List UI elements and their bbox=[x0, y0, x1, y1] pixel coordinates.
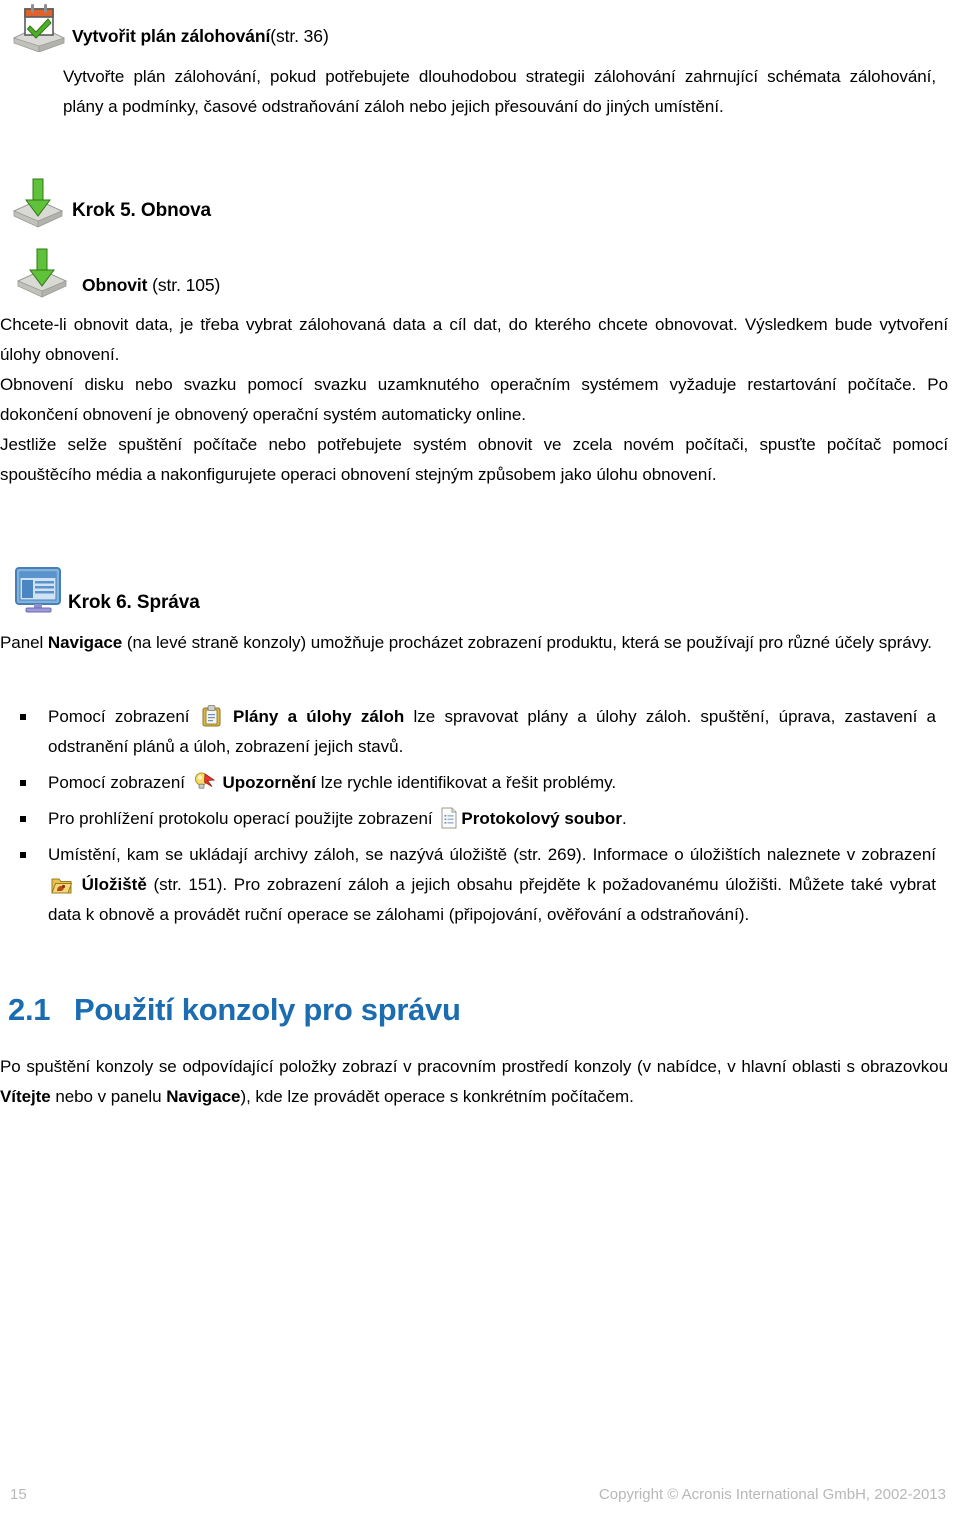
create-backup-plan-title: Vytvořit plán zálohování bbox=[72, 26, 271, 46]
bullet-3-bold[interactable]: Protokolový soubor bbox=[461, 809, 622, 828]
step6-intro-part2: (na levé straně konzoly) umožňuje prochá… bbox=[122, 633, 932, 652]
welcome-screen-label: Vítejte bbox=[0, 1087, 51, 1106]
clipboard-icon bbox=[202, 705, 221, 727]
page-title: 2.1 Použití konzoly pro správu bbox=[8, 992, 461, 1028]
recover-paragraph-2: Obnovení disku nebo svazku pomocí svazku… bbox=[0, 375, 948, 424]
square-bullet-icon bbox=[20, 816, 26, 822]
document-page: Vytvořit plán zálohování(str. 36) Vytvoř… bbox=[0, 0, 960, 1532]
list-item: Pomocí zobrazení Plány a úlohy záloh lze… bbox=[8, 702, 936, 762]
recover-paragraph-3: Jestliže selže spuštění počítače nebo po… bbox=[0, 435, 948, 484]
recover-body: Chcete-li obnovit data, je třeba vybrat … bbox=[0, 310, 948, 490]
bullet-4-pre: Umístění, kam se ukládají archivy záloh,… bbox=[48, 845, 936, 864]
square-bullet-icon bbox=[20, 714, 26, 720]
bullet-3-post: . bbox=[621, 809, 627, 828]
step5-heading: Krok 5. Obnova bbox=[72, 200, 212, 221]
s21-part3: ), kde lze provádět operace s konkrétním… bbox=[240, 1087, 634, 1106]
bullet-2-post: lze rychle identifikovat a řešit problém… bbox=[320, 773, 617, 792]
create-backup-plan-body-text: Vytvořte plán zálohování, pokud potřebuj… bbox=[63, 67, 936, 116]
square-bullet-icon bbox=[20, 852, 26, 858]
console-monitor-icon bbox=[14, 566, 64, 614]
step6-heading: Krok 6. Správa bbox=[68, 592, 200, 613]
section-title: Použití konzoly pro správu bbox=[74, 992, 461, 1027]
vault-folder-icon bbox=[51, 875, 73, 895]
square-bullet-icon bbox=[20, 780, 26, 786]
page-number: 15 bbox=[10, 1486, 27, 1503]
step6-intro-part1: Panel bbox=[0, 633, 48, 652]
recover-page-ref: (str. 105) bbox=[152, 275, 221, 295]
s21-part1: Po spuštění konzoly se odpovídající polo… bbox=[0, 1057, 948, 1076]
copyright-notice: Copyright © Acronis International GmbH, … bbox=[598, 1486, 946, 1503]
create-backup-plan-page-ref: (str. 36) bbox=[270, 26, 329, 46]
calendar-check-disk-icon bbox=[8, 2, 70, 52]
list-item: Pro prohlížení protokolu operací použijt… bbox=[8, 804, 936, 834]
bullet-3-pre: Pro prohlížení protokolu operací použijt… bbox=[48, 809, 433, 828]
create-backup-plan-link[interactable]: Vytvořit plán zálohování(str. 36) bbox=[72, 26, 329, 47]
recover-link[interactable]: Obnovit (str. 105) bbox=[82, 275, 220, 296]
step6-intro: Panel Navigace (na levé straně konzoly) … bbox=[0, 628, 948, 658]
step6-bullet-list: Pomocí zobrazení Plány a úlohy záloh lze… bbox=[0, 702, 948, 930]
bullet-4-bold[interactable]: Úložiště bbox=[82, 875, 147, 894]
page-footer: 15 Copyright © Acronis International Gmb… bbox=[0, 1486, 960, 1508]
green-down-arrow-disk-icon bbox=[14, 248, 70, 300]
list-item: Pomocí zobrazení Upozornění lze rychle i… bbox=[8, 768, 936, 798]
bullet-1-pre: Pomocí zobrazení bbox=[48, 707, 190, 726]
navigation-panel-label: Navigace bbox=[47, 633, 123, 652]
bullet-1-bold[interactable]: Plány a úlohy záloh bbox=[233, 707, 404, 726]
recover-title: Obnovit bbox=[82, 275, 148, 295]
s21-part2: nebo v panelu bbox=[50, 1087, 167, 1106]
navigation-label: Navigace bbox=[166, 1087, 241, 1106]
bullet-2-bold[interactable]: Upozornění bbox=[222, 773, 316, 792]
lightbulb-alert-icon bbox=[193, 771, 215, 793]
bullet-2-pre: Pomocí zobrazení bbox=[48, 773, 186, 792]
green-down-arrow-disk-icon bbox=[10, 178, 66, 230]
log-file-icon bbox=[440, 807, 458, 829]
recover-paragraph-1: Chcete-li obnovit data, je třeba vybrat … bbox=[0, 315, 948, 364]
bullet-4-post: (str. 151). Pro zobrazení záloh a jejich… bbox=[48, 875, 936, 924]
section-21-paragraph: Po spuštění konzoly se odpovídající polo… bbox=[0, 1052, 948, 1112]
create-backup-plan-body: Vytvořte plán zálohování, pokud potřebuj… bbox=[0, 62, 948, 122]
section-number: 2.1 bbox=[8, 992, 51, 1027]
list-item: Umístění, kam se ukládají archivy záloh,… bbox=[8, 840, 936, 930]
